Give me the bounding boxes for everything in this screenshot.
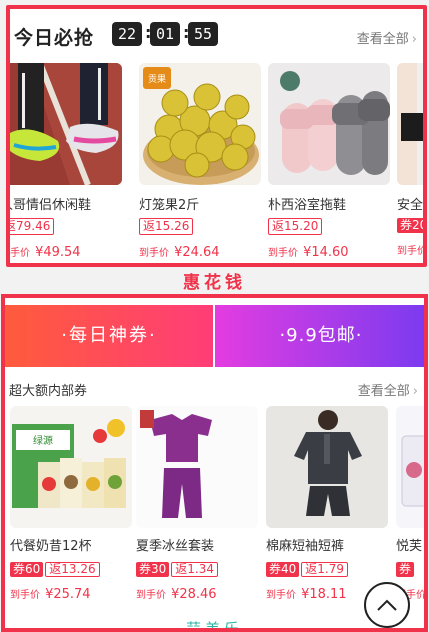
coupon-badge: 券30 <box>136 562 170 577</box>
svg-text:贡果: 贡果 <box>148 74 166 85</box>
price-line: 到手价 ¥24.64 <box>139 241 261 260</box>
product-card[interactable]: 贡果 灯笼果2斤 返15.26 到手价 ¥24.64 <box>139 63 261 260</box>
product-card[interactable]: 人哥情侣休闲鞋 返79.46 到手价 ¥49.54 <box>6 63 122 260</box>
coupon-subheader: 超大额内部券 查看全部 › <box>5 377 424 401</box>
coupon-badge: 券60 <box>10 562 44 577</box>
rebate-badge: 返1.34 <box>171 562 219 577</box>
coupon-tabs: ·每日神券· ·9.9包邮· <box>5 305 424 367</box>
sneakers-image <box>10 63 122 185</box>
price-label: 到手价 <box>266 590 296 601</box>
shorts-image <box>397 63 423 185</box>
page: 今日必抢 22 : 01 : 55 查看全部 › 人哥情侣休闲鞋 返79.46 … <box>0 0 429 632</box>
product-card[interactable]: 悦芙 券 到手价 <box>396 406 424 602</box>
next-section-title: 蒜美乐 <box>185 620 243 632</box>
price-label: 到手价 <box>9 248 30 259</box>
flash-view-all-link[interactable]: 查看全部 › <box>357 28 417 47</box>
countdown-seconds: 55 <box>188 22 218 46</box>
coupon-badge: 券40 <box>266 562 300 577</box>
coupon-badge: 券20 <box>397 218 423 233</box>
flash-sale-section: 今日必抢 22 : 01 : 55 查看全部 › 人哥情侣休闲鞋 返79.46 … <box>6 5 427 267</box>
view-all-label: 查看全部 <box>356 32 409 47</box>
view-all-label: 查看全部 <box>357 384 410 399</box>
tab-free-shipping[interactable]: ·9.9包邮· <box>215 305 424 367</box>
price-label: 到手价 <box>268 248 298 259</box>
countdown-minutes: 01 <box>150 22 180 46</box>
final-price: ¥18.11 <box>301 587 347 602</box>
price-line: 到手价 ¥28.46 <box>136 583 258 602</box>
chevron-up-icon <box>377 599 397 611</box>
coupon-section: ·每日神券· ·9.9包邮· 超大额内部券 查看全部 › 绿源 代餐奶昔12杯 … <box>1 294 428 632</box>
price-line: 到手价 ¥ <box>397 239 427 258</box>
product-tags: 券 <box>396 558 424 577</box>
flash-sale-header: 今日必抢 22 : 01 : 55 查看全部 › <box>10 9 423 61</box>
price-label: 到手价 <box>10 590 40 601</box>
price-line: 到手价 ¥25.74 <box>10 583 132 602</box>
cosmetic-image <box>396 406 424 528</box>
svg-text:绿源: 绿源 <box>33 434 53 447</box>
milkshake-image: 绿源 <box>10 406 132 528</box>
product-name: 夏季冰丝套装 <box>136 539 215 554</box>
coupon-subtitle: 超大额内部券 <box>9 384 88 399</box>
rebate-badge: 返15.20 <box>268 218 323 235</box>
flash-sale-title: 今日必抢 <box>14 27 95 49</box>
tab-daily-coupon[interactable]: ·每日神券· <box>5 305 213 367</box>
final-price: ¥25.74 <box>45 587 91 602</box>
coupon-product-list: 绿源 代餐奶昔12杯 券60 返13.26 到手价 ¥25.74 夏季冰丝套装 … <box>5 406 424 606</box>
final-price: ¥28.46 <box>171 587 217 602</box>
final-price: ¥49.54 <box>35 245 81 260</box>
gooseberries-image: 贡果 <box>139 63 261 185</box>
rebate-badge: 返1.79 <box>301 562 349 577</box>
chevron-right-icon: › <box>412 384 418 399</box>
price-line: 到手价 ¥49.54 <box>9 241 122 260</box>
product-tags: 券60 返13.26 <box>10 558 132 577</box>
product-name: 灯笼果2斤 <box>139 198 200 213</box>
product-name: 悦芙 <box>396 539 423 554</box>
product-card[interactable]: 绿源 代餐奶昔12杯 券60 返13.26 到手价 ¥25.74 <box>10 406 132 602</box>
product-card[interactable]: 朴西浴室拖鞋 返15.20 到手价 ¥14.60 <box>268 63 390 260</box>
product-name: 代餐奶昔12杯 <box>10 539 92 554</box>
rebate-badge: 返13.26 <box>45 562 100 577</box>
coupon-view-all-link[interactable]: 查看全部 › <box>358 380 418 399</box>
slippers-image <box>268 63 390 185</box>
rebate-badge: 返15.26 <box>139 218 194 235</box>
back-to-top-button[interactable] <box>364 582 410 628</box>
product-name: 人哥情侣休闲鞋 <box>6 198 92 213</box>
product-tags: 券40 返1.79 <box>266 558 388 577</box>
product-name: 安全裤 <box>397 198 424 213</box>
rebate-badge: 返79.46 <box>10 218 55 235</box>
product-card[interactable]: 夏季冰丝套装 券30 返1.34 到手价 ¥28.46 <box>136 406 258 602</box>
price-line: 到手价 ¥14.60 <box>268 241 390 260</box>
product-name: 朴西浴室拖鞋 <box>268 198 347 213</box>
chevron-right-icon: › <box>411 32 417 47</box>
shirt-image <box>266 406 388 528</box>
product-card[interactable]: 安全裤 券20 到手价 ¥ <box>397 63 427 258</box>
price-label: 到手价 <box>397 246 427 257</box>
flash-sale-list: 人哥情侣休闲鞋 返79.46 到手价 ¥49.54 <box>10 63 427 263</box>
product-name: 棉麻短袖短裤 <box>266 539 345 554</box>
product-tags: 券30 返1.34 <box>136 558 258 577</box>
final-price: ¥14.60 <box>303 245 349 260</box>
pajamas-image <box>136 406 258 528</box>
product-card[interactable]: 棉麻短袖短裤 券40 返1.79 到手价 ¥18.11 <box>266 406 388 602</box>
countdown-hours: 22 <box>112 22 142 46</box>
coupon-badge: 券 <box>396 562 415 577</box>
section-divider-title: 惠花钱 <box>183 273 246 293</box>
final-price: ¥24.64 <box>174 245 220 260</box>
price-label: 到手价 <box>136 590 166 601</box>
price-label: 到手价 <box>139 248 169 259</box>
